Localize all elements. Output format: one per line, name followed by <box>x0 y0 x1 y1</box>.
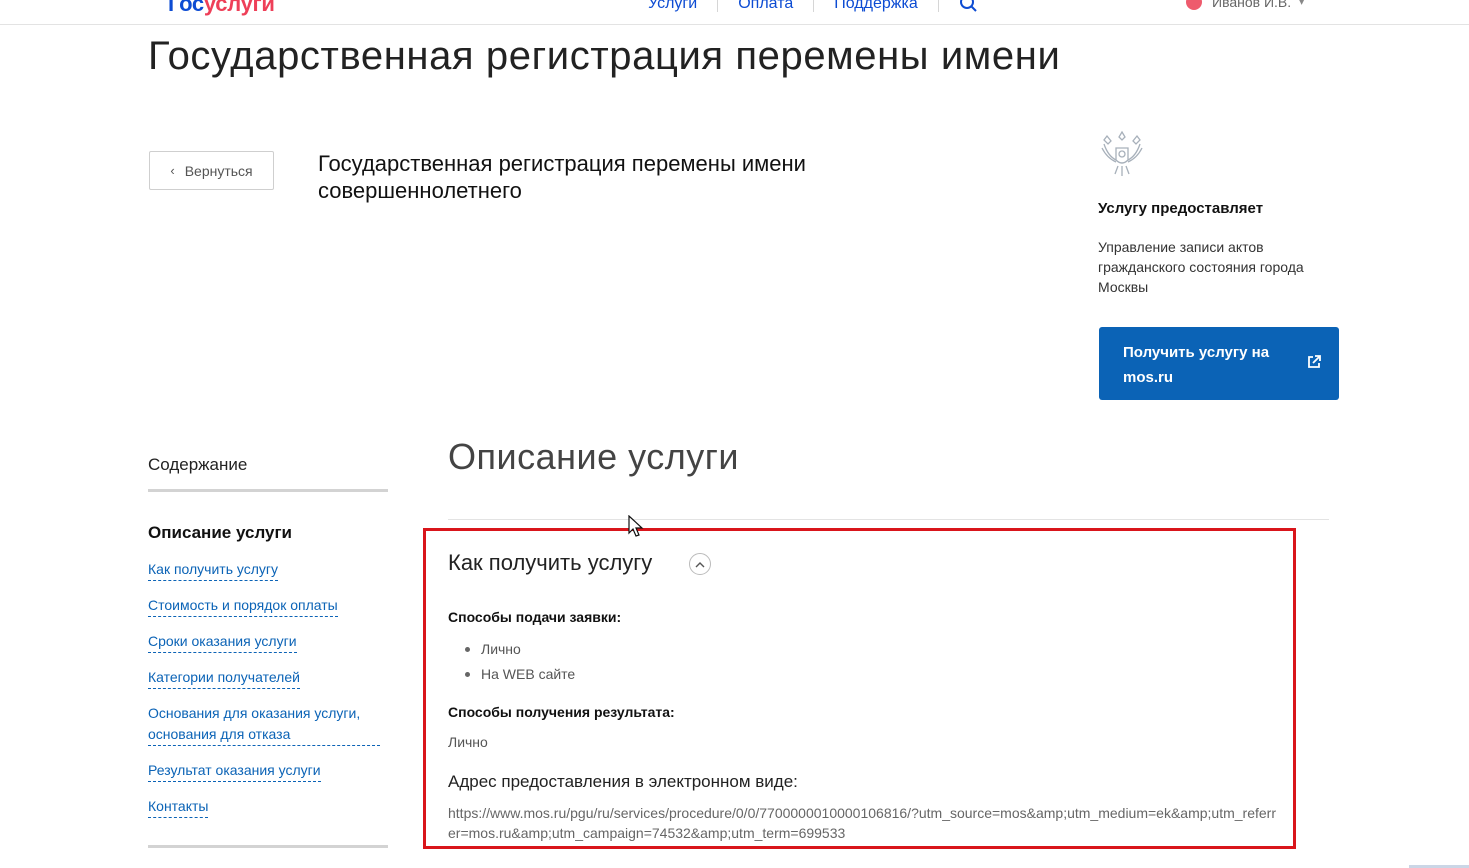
toc-link-how-to-get[interactable]: Как получить услугу <box>148 559 279 581</box>
chevron-down-icon: ▾ <box>1299 0 1305 8</box>
main-nav: Услуги Оплата Поддержка <box>648 0 979 14</box>
section-title: Описание услуги <box>448 436 739 477</box>
mouse-cursor-icon <box>628 515 644 537</box>
nav-divider <box>937 0 939 12</box>
bullet-icon <box>465 647 470 652</box>
toc-link-contacts[interactable]: Контакты <box>148 796 209 818</box>
submit-methods-label: Способы подачи заявки: <box>448 609 622 625</box>
submit-methods-list: Лично На WEB сайте <box>448 637 575 687</box>
nav-payment[interactable]: Оплата <box>738 0 793 13</box>
user-name: Иванов И.В. <box>1212 0 1292 10</box>
address-url[interactable]: https://www.mos.ru/pgu/ru/services/proce… <box>448 803 1278 843</box>
toc-active-item: Описание услуги <box>148 523 293 542</box>
toc-heading: Содержание <box>148 455 248 474</box>
back-button-label: Вернуться <box>184 162 253 179</box>
chevron-left-icon: ‹ <box>170 163 175 178</box>
nav-services[interactable]: Услуги <box>648 0 697 13</box>
toc-link-grounds[interactable]: Основания для оказания услуги, основания… <box>148 703 380 746</box>
highlight-frame <box>423 528 1296 849</box>
toc-link-categories[interactable]: Категории получателей <box>148 667 300 689</box>
bullet-icon <box>465 672 470 677</box>
page-title: Государственная регистрация перемены име… <box>148 34 1061 78</box>
provider-label: Услугу предоставляет <box>1098 200 1264 217</box>
external-link-icon <box>1308 355 1321 368</box>
logo-text-gos: Гос <box>168 0 204 16</box>
back-button[interactable]: ‹ Вернуться <box>149 151 274 190</box>
list-item-label: На WEB сайте <box>481 666 576 682</box>
nav-support[interactable]: Поддержка <box>834 0 917 13</box>
search-icon[interactable] <box>959 0 979 14</box>
toc-link-cost[interactable]: Стоимость и порядок оплаты <box>148 595 338 617</box>
nav-divider <box>717 0 719 12</box>
avatar <box>1186 0 1202 10</box>
collapse-button[interactable] <box>689 553 711 575</box>
result-method-value: Лично <box>448 734 488 750</box>
list-item: Лично <box>448 637 575 662</box>
user-menu[interactable]: Иванов И.В. ▾ <box>1186 0 1304 10</box>
provider-name: Управление записи актов гражданского сос… <box>1098 239 1304 295</box>
mos-button-label: Получить услугу на mos.ru <box>1123 344 1270 386</box>
address-label: Адрес предоставления в электронном виде: <box>448 772 798 791</box>
coat-of-arms-icon <box>1101 130 1143 176</box>
toc-divider <box>148 845 388 848</box>
get-service-mos-button[interactable]: Получить услугу на mos.ru <box>1099 327 1339 400</box>
list-item: На WEB сайте <box>448 662 575 687</box>
service-title: Государственная регистрация перемены име… <box>318 151 806 203</box>
result-methods-label: Способы получения результата: <box>448 704 675 720</box>
section-divider <box>448 519 1329 520</box>
nav-divider <box>813 0 815 12</box>
top-navigation-bar: Госуслуги Услуги Оплата Поддержка Иванов… <box>0 0 1469 25</box>
chevron-up-icon <box>695 561 705 567</box>
how-to-get-title: Как получить услугу <box>448 550 653 575</box>
toc-divider <box>148 489 388 492</box>
toc-link-terms[interactable]: Сроки оказания услуги <box>148 631 297 653</box>
list-item-label: Лично <box>481 641 521 657</box>
logo-text-uslugi: услуги <box>203 0 275 16</box>
toc-link-result[interactable]: Результат оказания услуги <box>148 760 321 782</box>
gosuslugi-logo[interactable]: Госуслуги <box>168 0 275 17</box>
